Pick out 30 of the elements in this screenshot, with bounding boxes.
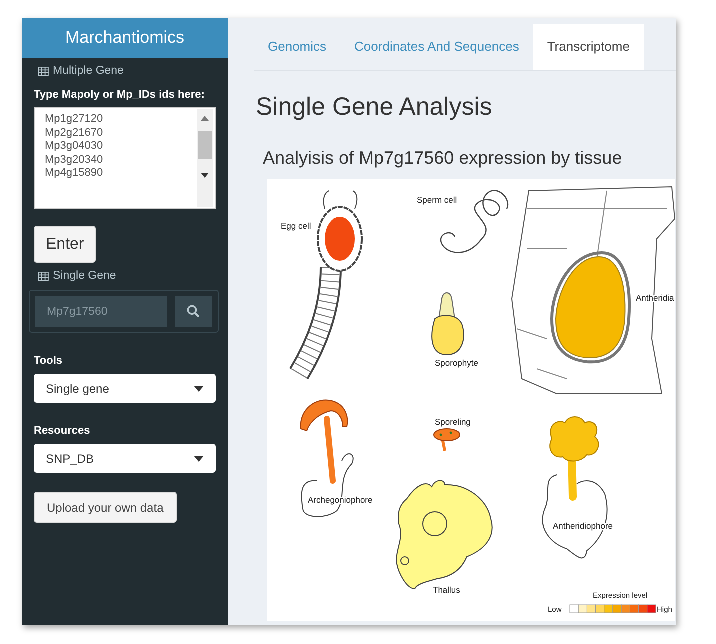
gene-list-field[interactable]: Mp1g27120 Mp2g21670 Mp3g04030 Mp3g20340 Mp4g15890 (34, 107, 216, 209)
search-button[interactable] (175, 296, 212, 327)
upload-button[interactable]: Upload your own data (34, 492, 177, 523)
tab[interactable]: Transcriptome (533, 24, 644, 70)
caret-icon (194, 456, 204, 462)
tissue-label: Sporeling (435, 417, 471, 427)
enter-button[interactable]: Enter (34, 226, 96, 263)
gene-search-field[interactable]: Mp7g17560 (35, 296, 167, 327)
tissue-label: Egg cell (281, 221, 312, 231)
table-icon (38, 272, 49, 280)
field-label: Type Mapoly or Mp_IDs ids here: (34, 89, 206, 101)
tissue-label: Thallus (433, 585, 460, 595)
field-label: Resources (34, 425, 92, 437)
section-heading: Multiple Gene (53, 65, 124, 77)
scrollbar[interactable] (197, 109, 213, 207)
figure-title: Analyisis of Mp7g17560 expression by tissue (263, 148, 624, 169)
sperm-cell-drawing (440, 190, 509, 254)
tissue-label: Sporophyte (435, 358, 478, 368)
caret-icon (194, 386, 204, 392)
app-title: Marchantiomics (22, 18, 228, 58)
page-title: Single Gene Analysis (256, 93, 494, 122)
resources-dropdown[interactable]: SNP_DB (34, 444, 216, 473)
section-heading: Single Gene (53, 270, 116, 282)
tools-dropdown[interactable]: Single gene (34, 374, 216, 403)
tissue-label: Sperm cell (417, 195, 458, 205)
sporeling-drawing (434, 428, 460, 452)
search-icon (187, 305, 200, 318)
table-icon (38, 66, 49, 76)
field-label: Tools (34, 355, 64, 367)
sporophyte-drawing (432, 292, 464, 356)
